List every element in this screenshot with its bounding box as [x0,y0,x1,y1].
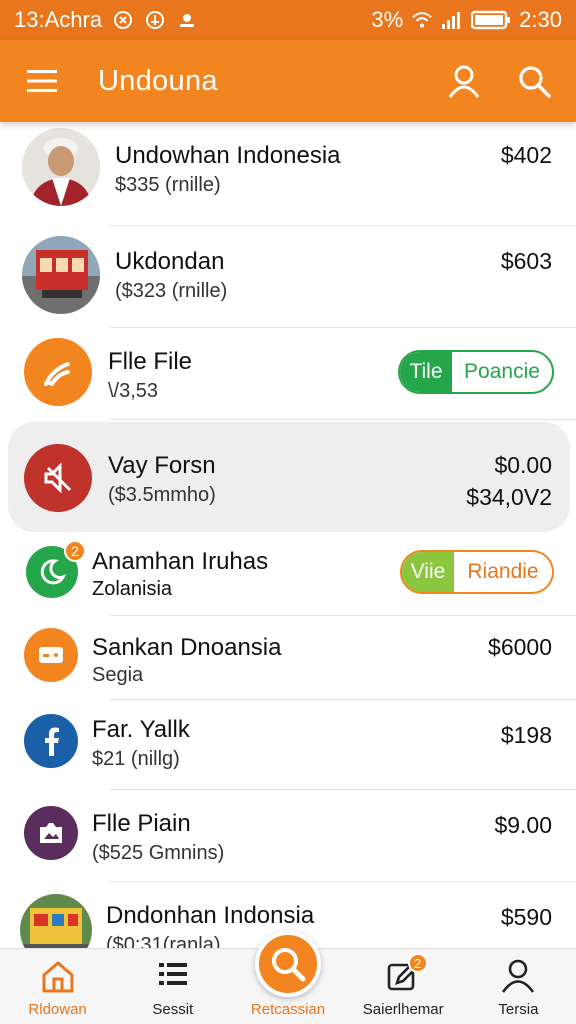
item-name: Sankan Dnoansia [92,634,282,661]
toggle-option-b[interactable]: Riandie [454,552,552,592]
list-item[interactable]: 2 Anamhan Iruhas Zolanisia Viie Riandie [0,536,576,616]
item-amount: $603 [500,248,552,274]
item-amount: $0.00 [494,452,552,478]
toggle-option-b[interactable]: Poancie [452,352,552,392]
list-item[interactable]: Undowhan Indonesia $335 (rnille) $402 [0,122,576,226]
compass-icon [144,9,166,31]
item-amount: $402 [500,142,552,168]
item-name: Dndonhan Indonsia [106,902,315,929]
nav-label: Saierlhemar [362,1001,444,1018]
battery-icon [471,10,511,30]
list-item[interactable]: Sankan Dnoansia Segia $6000 [0,616,576,700]
person-icon [500,959,536,997]
nav-label: Retcassian [250,1001,326,1018]
tiktok-icon [112,9,134,31]
image-icon [24,806,78,860]
list-item[interactable]: Ukdondan ($323 (rnille) $603 [0,226,576,328]
nav-home[interactable]: Rldowan [0,949,115,1024]
search-icon [272,948,306,982]
toggle-option-a[interactable]: Tile [400,352,452,392]
item-amount: $6000 [488,634,552,660]
item-amount: $590 [500,904,552,930]
list-item[interactable]: Flle File \/3,53 Tile Poancie [0,328,576,420]
item-name: Undowhan Indonesia [115,142,341,169]
item-amount-secondary: $34,0V2 [466,484,552,510]
list-item-selected[interactable]: Vay Forsn ($3.5mmho) $0.00 $34,0V2 [0,420,576,536]
market-avatar [20,894,92,948]
notification-badge: 2 [64,540,86,562]
wifi-icon [411,9,433,31]
item-subtitle: \/3,53 [108,380,159,402]
muted-icon [24,444,92,512]
transaction-list: Undowhan Indonesia $335 (rnille) $402 Uk… [0,122,576,948]
list-icon [155,959,191,997]
nav-sessions[interactable]: Sessit [115,949,230,1024]
search-fab[interactable] [255,931,321,997]
nav-label: Rldowan [28,1001,87,1018]
item-subtitle: Segia [92,664,144,686]
item-name: Far. Yallk [92,716,190,743]
status-toggle[interactable]: Tile Poancie [398,350,554,394]
nav-label: Sessit [152,1001,194,1018]
battery-percent: 3% [371,7,404,32]
app-title: Undouna [98,64,218,97]
item-subtitle: ($323 (rnille) [115,280,228,302]
status-clock: 2:30 [519,7,562,32]
store-avatar [22,236,100,314]
item-subtitle: ($525 Gmnins) [92,842,225,864]
bottom-navigation: Rldowan Sessit Retcassian 2 Saierlhemar … [0,931,576,1024]
toggle-option-a[interactable]: Viie [402,552,454,592]
nav-label: Tersia [498,1001,539,1018]
search-icon[interactable] [514,61,554,101]
nav-editor[interactable]: 2 Saierlhemar [346,949,461,1024]
nav-search[interactable]: Retcassian [230,931,345,1024]
item-amount: $198 [500,722,552,748]
item-name: Anamhan Iruhas [92,548,269,575]
signal-icon [441,9,463,31]
menu-icon[interactable] [22,61,62,101]
notification-icon [176,9,198,31]
status-time: 13:Achra [14,7,103,32]
item-subtitle: $335 (rnille) [115,174,221,196]
profile-icon[interactable] [444,61,484,101]
person-avatar [22,128,100,206]
wallet-icon [24,628,78,682]
item-name: Vay Forsn [108,452,216,479]
item-subtitle: ($0:31(ranla) [106,934,221,948]
item-name: Flle File [108,348,193,375]
list-item[interactable]: Flle Piain ($525 Gmnins) $9.00 [0,790,576,882]
status-toggle[interactable]: Viie Riandie [400,550,554,594]
app-bar: Undouna [0,40,576,122]
status-bar: 13:Achra 3% 2:30 [0,0,576,40]
facebook-icon [24,714,78,768]
item-name: Ukdondan [115,248,225,275]
nav-profile[interactable]: Tersia [461,949,576,1024]
wave-icon [24,338,92,406]
nav-badge: 2 [407,953,428,973]
item-subtitle: ($3.5mmho) [108,484,216,506]
item-subtitle: $21 (nillg) [92,748,180,770]
selection-background [8,422,570,532]
item-amount: $9.00 [494,812,552,838]
item-subtitle: Zolanisia [92,578,173,600]
list-item[interactable]: Far. Yallk $21 (nillg) $198 [0,700,576,790]
item-name: Flle Piain [92,810,191,837]
home-icon [40,959,76,997]
